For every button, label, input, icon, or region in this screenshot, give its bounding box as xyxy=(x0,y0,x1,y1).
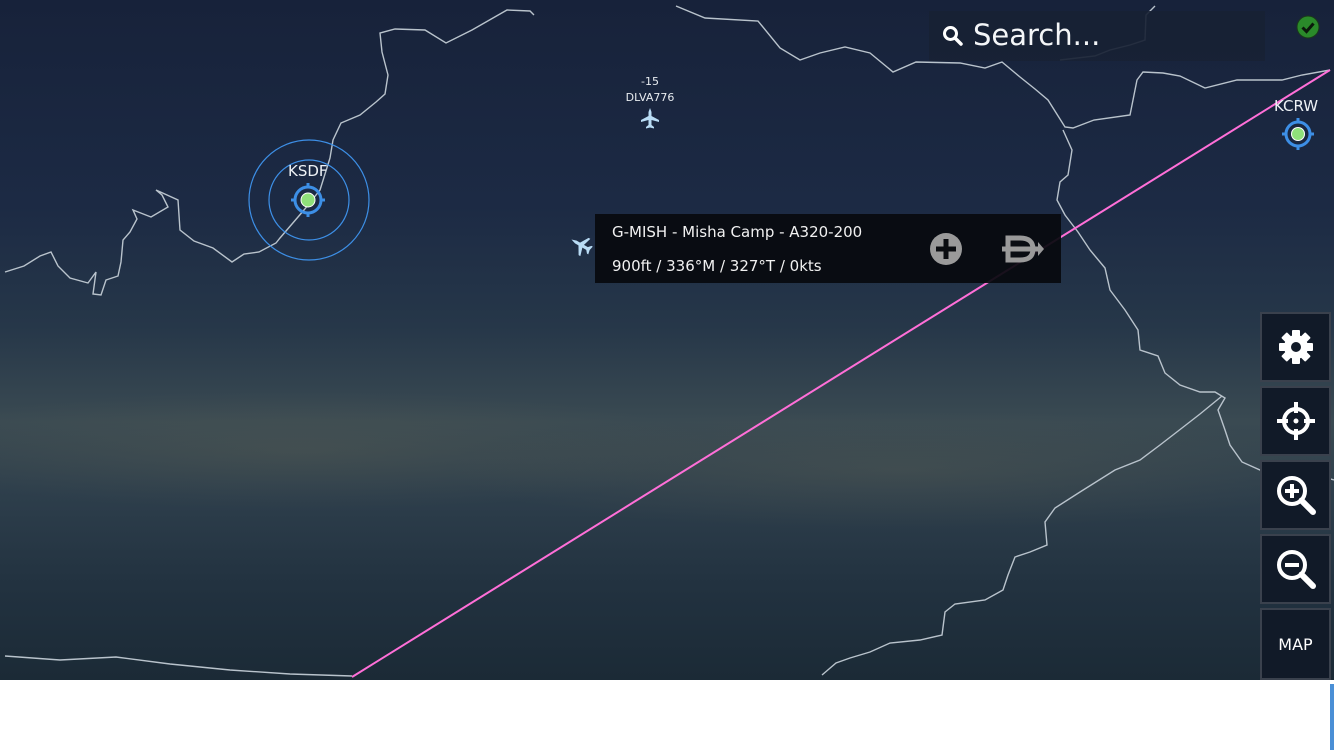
center-location-button[interactable] xyxy=(1260,386,1331,456)
map-mode-label: MAP xyxy=(1278,634,1313,654)
zoom-in-icon xyxy=(1276,476,1316,515)
search-input[interactable] xyxy=(973,15,1253,55)
search-box[interactable] xyxy=(929,11,1265,61)
search-icon xyxy=(943,26,963,46)
airport-ksdf-marker xyxy=(248,139,370,261)
airport-label-ksdf[interactable]: KSDF xyxy=(288,162,328,180)
zoom-out-icon xyxy=(1276,550,1316,589)
popup-details: 900ft / 336°M / 327°T / 0kts xyxy=(612,257,822,275)
state-border xyxy=(4,9,535,296)
traffic-callsign-label[interactable]: DLVA776 xyxy=(610,91,690,104)
map-view[interactable]: KSDF KCRW -15 DLVA776 G-MISH - Misha Cam… xyxy=(0,0,1334,680)
zoom-in-button[interactable] xyxy=(1260,460,1331,530)
own-airplane-icon xyxy=(571,237,593,257)
airport-kcrw-marker xyxy=(1282,118,1314,150)
gear-icon xyxy=(1278,330,1313,364)
check-circle-icon xyxy=(1296,15,1320,39)
airport-label-kcrw[interactable]: KCRW xyxy=(1274,97,1318,115)
state-border xyxy=(4,655,353,677)
plus-circle-icon[interactable] xyxy=(928,231,964,267)
map-mode-button[interactable]: MAP xyxy=(1260,608,1331,680)
traffic-airplane-icon xyxy=(641,108,659,129)
zoom-out-button[interactable] xyxy=(1260,534,1331,604)
aircraft-info-popup[interactable]: G-MISH - Misha Camp - A320-200 900ft / 3… xyxy=(595,214,1061,283)
bottom-blank-area xyxy=(0,680,1334,750)
route-line xyxy=(351,69,1331,678)
popup-title: G-MISH - Misha Camp - A320-200 xyxy=(612,223,863,241)
settings-button[interactable] xyxy=(1260,312,1331,382)
crosshair-icon xyxy=(1276,402,1315,440)
traffic-altitude-label: -15 xyxy=(641,75,659,88)
plug-icon[interactable] xyxy=(1000,231,1044,267)
scrollbar[interactable] xyxy=(1330,684,1334,750)
